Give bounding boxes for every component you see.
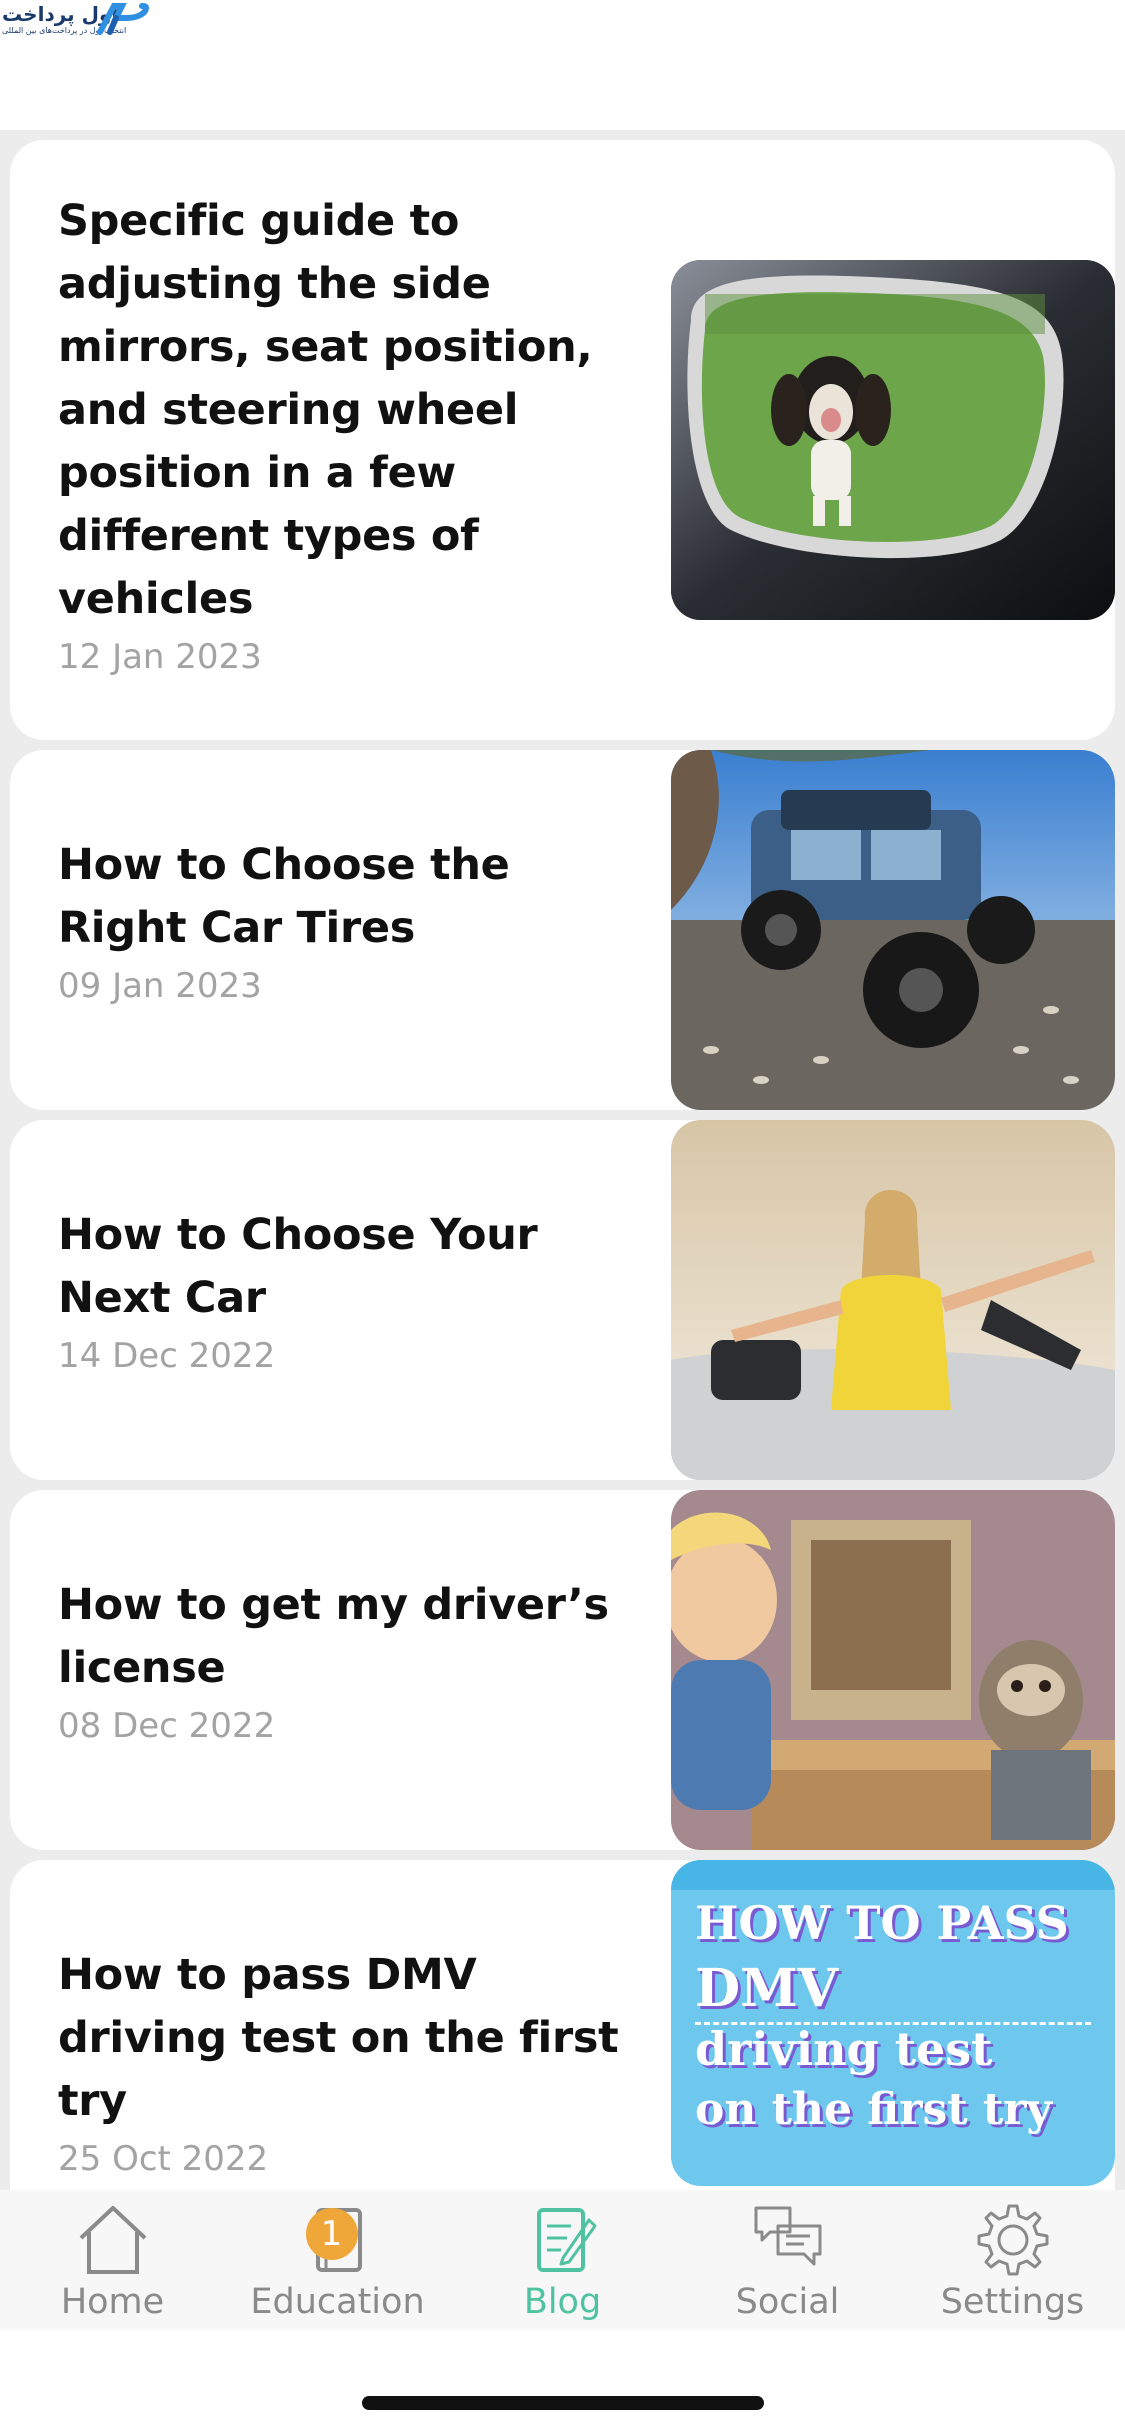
notification-badge: 1 [305, 2208, 358, 2260]
post-date: 25 Oct 2022 [58, 2139, 269, 2179]
post-text: How to Choose the Right Car Tires 09 Jan… [58, 834, 638, 1006]
blog-post-card[interactable]: How to Choose the Right Car Tires 09 Jan… [10, 750, 1115, 1110]
tab-home[interactable]: Home [0, 2190, 225, 2330]
home-icon [79, 2206, 146, 2274]
post-title: How to get my driver’s license [58, 1580, 609, 1693]
post-title: How to pass DMV driving test on the firs… [58, 1950, 619, 2126]
tab-label: Settings [940, 2282, 1085, 2322]
bottom-tab-bar: Home 1 Education Blog Social Settings [0, 2190, 1125, 2330]
thumbnail-caption-line-3: driving test [695, 2022, 993, 2076]
blog-edit-icon [536, 2208, 596, 2272]
top-bar: اول پرداخت انتخاب اول در پرداخت‌های بین … [0, 0, 1125, 130]
tab-label: Education [250, 2282, 425, 2322]
thumbnail-caption-line-2: DMV [695, 1958, 838, 2019]
blog-post-card[interactable]: Specific guide to adjusting the side mir… [10, 140, 1115, 740]
thumbnail-caption-line-4: on the first try [695, 2084, 1052, 2135]
blog-post-card[interactable]: How to get my driver’s license 08 Dec 20… [10, 1490, 1115, 1850]
post-text: How to get my driver’s license 08 Dec 20… [58, 1574, 638, 1746]
post-title: Specific guide to adjusting the side mir… [58, 196, 593, 624]
tab-social[interactable]: Social [675, 2190, 900, 2330]
tab-label: Blog [523, 2282, 602, 2322]
home-indicator-bar[interactable] [362, 2396, 764, 2410]
tab-blog[interactable]: Blog [450, 2190, 675, 2330]
post-date: 08 Dec 2022 [58, 1706, 276, 1746]
tab-label: Home [60, 2282, 165, 2322]
chat-bubbles-icon [754, 2206, 821, 2266]
post-text: Specific guide to adjusting the side mir… [58, 190, 638, 677]
tab-settings[interactable]: Settings [900, 2190, 1125, 2330]
post-text: How to pass DMV driving test on the firs… [58, 1944, 638, 2179]
post-text: How to Choose Your Next Car 14 Dec 2022 [58, 1204, 638, 1376]
thumbnail-caption-line-1: HOW TO PASS [695, 1896, 1069, 1950]
post-date: 12 Jan 2023 [58, 637, 262, 677]
gear-icon [977, 2204, 1048, 2276]
app-logo: اول پرداخت انتخاب اول در پرداخت‌های بین … [0, 0, 160, 40]
post-date: 09 Jan 2023 [58, 966, 262, 1006]
tab-education[interactable]: 1 Education [225, 2190, 450, 2330]
post-thumbnail-offroad-jeep [671, 750, 1115, 1110]
home-indicator-area [0, 2330, 1125, 2436]
post-date: 14 Dec 2022 [58, 1336, 276, 1376]
post-title: How to Choose Your Next Car [58, 1210, 538, 1323]
post-title: How to Choose the Right Car Tires [58, 840, 510, 953]
blog-post-card[interactable]: How to Choose Your Next Car 14 Dec 2022 [10, 1120, 1115, 1480]
post-thumbnail-cartoon-sloth [671, 1490, 1115, 1850]
logo-mark-icon [97, 3, 150, 35]
post-thumbnail-mirror-dog [671, 260, 1115, 620]
post-thumbnail-convertible-woman [671, 1120, 1115, 1480]
tab-label: Social [735, 2282, 840, 2322]
post-thumbnail-dmv-text: HOW TO PASS DMV driving test on the firs… [671, 1860, 1115, 2186]
